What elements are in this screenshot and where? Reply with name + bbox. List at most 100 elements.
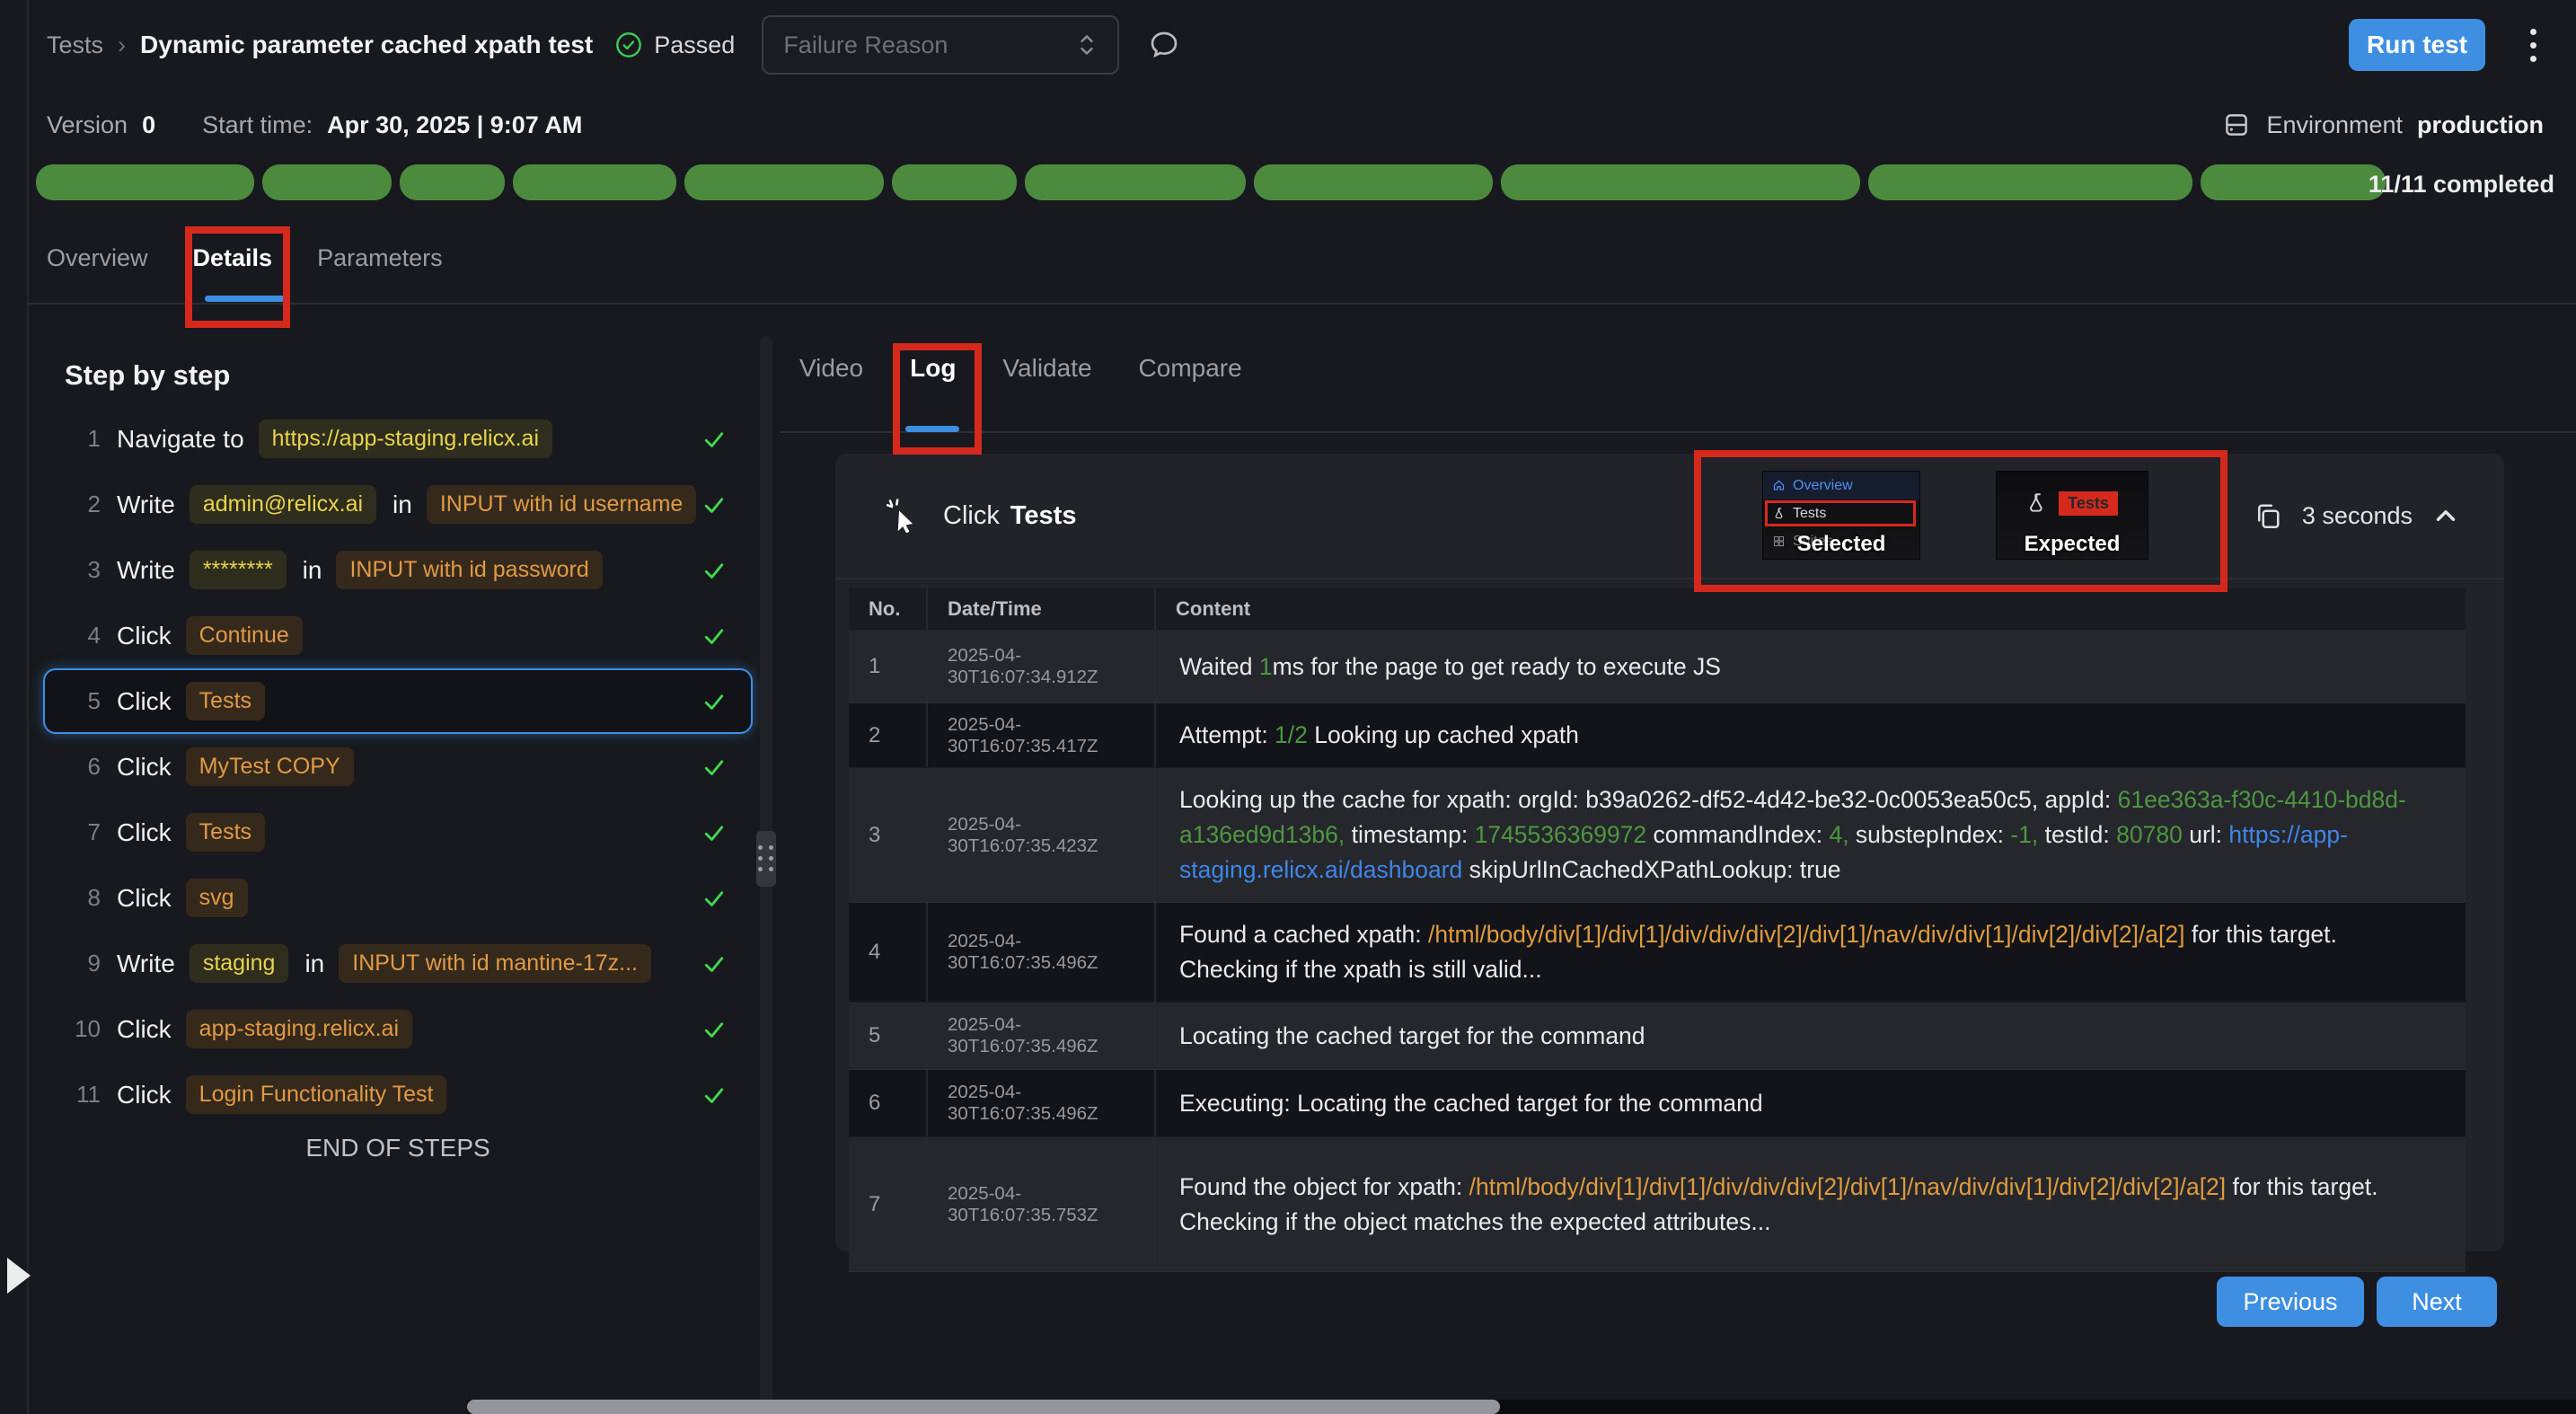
log-row-number: 1 — [849, 631, 928, 703]
step-target-badge: INPUT with id password — [336, 551, 602, 589]
progress-segment — [2201, 164, 2386, 200]
step-success-check-icon — [701, 557, 728, 584]
step-action-word: in — [303, 556, 322, 585]
steps-panel-title: Step by step — [65, 359, 230, 392]
test-run-page: Tests › Dynamic parameter cached xpath t… — [0, 0, 2576, 1414]
header-bar: Tests › Dynamic parameter cached xpath t… — [47, 0, 2544, 90]
version-label: Version — [47, 111, 128, 139]
step-target-badge: Tests — [186, 682, 265, 720]
selected-screenshot-thumbnail[interactable]: Overview Tests Suites Selected — [1762, 471, 1920, 560]
step-action-word: Write — [117, 950, 175, 978]
tab-log[interactable]: Log — [910, 354, 956, 410]
breadcrumb[interactable]: Tests — [47, 31, 103, 59]
selected-thumbnail-caption: Selected — [1763, 532, 1919, 557]
thumb-nav-overview: Overview — [1763, 472, 1919, 499]
step-success-check-icon — [701, 688, 728, 715]
log-row-number: 6 — [849, 1070, 928, 1136]
panel-resize-handle[interactable] — [756, 831, 776, 887]
step-row[interactable]: 8Clicksvg — [43, 865, 753, 931]
progress-segment — [1501, 164, 1860, 200]
step-success-check-icon — [701, 1016, 728, 1043]
tab-details[interactable]: Details — [193, 244, 273, 303]
step-row[interactable]: 5 Click Tests — [43, 668, 753, 734]
more-options-icon[interactable] — [2523, 22, 2544, 69]
log-row-timestamp: 2025-04-30T16:07:35.496Z — [928, 903, 1156, 1002]
detail-tab-bar: Video Log Validate Compare — [799, 354, 1242, 410]
log-row-number: 7 — [849, 1137, 928, 1271]
passed-check-icon — [614, 31, 643, 59]
step-action-word: in — [393, 490, 412, 519]
progress-segment — [1868, 164, 2192, 200]
log-row-content: Found a cached xpath: /html/body/div[1]/… — [1156, 903, 2466, 1002]
expected-screenshot-thumbnail[interactable]: Tests Expected — [1996, 471, 2148, 560]
step-row[interactable]: 4ClickContinue — [43, 603, 753, 668]
progress-segment — [262, 164, 392, 200]
progress-segment — [513, 164, 676, 200]
status-label: Passed — [654, 31, 735, 59]
step-number: 11 — [65, 1081, 101, 1109]
progress-segment — [400, 164, 505, 200]
step-action-word: Click — [117, 818, 172, 847]
flask-icon — [2026, 491, 2050, 515]
log-header-controls: 3 seconds — [2252, 499, 2461, 532]
tab-video[interactable]: Video — [799, 354, 863, 410]
step-success-check-icon — [701, 754, 728, 781]
previous-button[interactable]: Previous — [2217, 1277, 2364, 1327]
environment-icon — [2221, 110, 2252, 140]
failure-reason-placeholder: Failure Reason — [783, 31, 1076, 59]
progress-bar — [36, 164, 2386, 200]
step-action-word: Click — [117, 753, 172, 782]
step-value-badge: ******** — [190, 551, 287, 589]
step-action-word: Write — [117, 490, 175, 519]
step-success-check-icon — [701, 623, 728, 650]
step-action-word: in — [304, 950, 324, 978]
col-header-datetime: Date/Time — [928, 588, 1156, 630]
step-row[interactable]: 2Writeadmin@relicx.aiinINPUT with id use… — [43, 472, 753, 537]
collapse-chevron-icon[interactable] — [2430, 500, 2461, 531]
step-row[interactable]: 11ClickLogin Functionality Test — [43, 1062, 753, 1127]
run-test-button[interactable]: Run test — [2349, 19, 2485, 71]
step-number: 5 — [65, 687, 101, 715]
step-row[interactable]: 7ClickTests — [43, 800, 753, 865]
horizontal-scrollbar-thumb[interactable] — [467, 1400, 1500, 1414]
comment-icon[interactable] — [1146, 27, 1182, 63]
log-text-segment: 80780 — [2116, 821, 2183, 848]
tab-compare[interactable]: Compare — [1139, 354, 1242, 410]
step-success-check-icon — [701, 950, 728, 977]
status-badge: Passed — [614, 31, 735, 59]
log-text-segment: substepIndex: — [1849, 821, 2011, 848]
failure-reason-select[interactable]: Failure Reason — [762, 15, 1119, 75]
log-row: 72025-04-30T16:07:35.753ZFound the objec… — [849, 1137, 2466, 1272]
environment-value: production — [2417, 111, 2544, 139]
step-row[interactable]: 10Clickapp-staging.relicx.ai — [43, 996, 753, 1062]
step-target-badge: Continue — [186, 616, 303, 655]
expected-tests-highlight: Tests — [2059, 491, 2118, 516]
copy-icon[interactable] — [2252, 499, 2284, 532]
log-row-content: Locating the cached target for the comma… — [1156, 1004, 2466, 1068]
tab-validate[interactable]: Validate — [1002, 354, 1091, 410]
expand-panel-arrow-icon[interactable] — [7, 1258, 31, 1294]
thumb-tests-annotation — [1765, 500, 1916, 526]
log-row: 22025-04-30T16:07:35.417ZAttempt: 1/2 Lo… — [849, 703, 2466, 768]
step-action-word: Click — [117, 687, 172, 716]
progress-segment — [36, 164, 254, 200]
log-row-number: 2 — [849, 703, 928, 767]
log-row-timestamp: 2025-04-30T16:07:35.417Z — [928, 703, 1156, 767]
step-success-check-icon — [701, 1082, 728, 1109]
step-target-badge: INPUT with id mantine-17z... — [339, 944, 651, 983]
step-row[interactable]: 9WritestaginginINPUT with id mantine-17z… — [43, 931, 753, 996]
tab-overview[interactable]: Overview — [47, 244, 148, 303]
breadcrumb-chevron-icon: › — [118, 31, 126, 59]
log-text-segment: -1, — [2010, 821, 2038, 848]
log-text-segment: Waited — [1179, 653, 1259, 680]
step-row[interactable]: 1Navigate tohttps://app-staging.relicx.a… — [43, 406, 753, 472]
next-button[interactable]: Next — [2377, 1277, 2497, 1327]
tab-parameters[interactable]: Parameters — [317, 244, 443, 303]
col-header-content: Content — [1156, 588, 2466, 630]
step-row[interactable]: 6ClickMyTest COPY — [43, 734, 753, 800]
step-row[interactable]: 3Write********inINPUT with id password — [43, 537, 753, 603]
log-action-word: Click — [943, 501, 1000, 531]
environment-info: Environment production — [2221, 110, 2544, 140]
log-row-content: Looking up the cache for xpath: orgId: b… — [1156, 768, 2466, 902]
step-target-badge: MyTest COPY — [186, 747, 354, 786]
